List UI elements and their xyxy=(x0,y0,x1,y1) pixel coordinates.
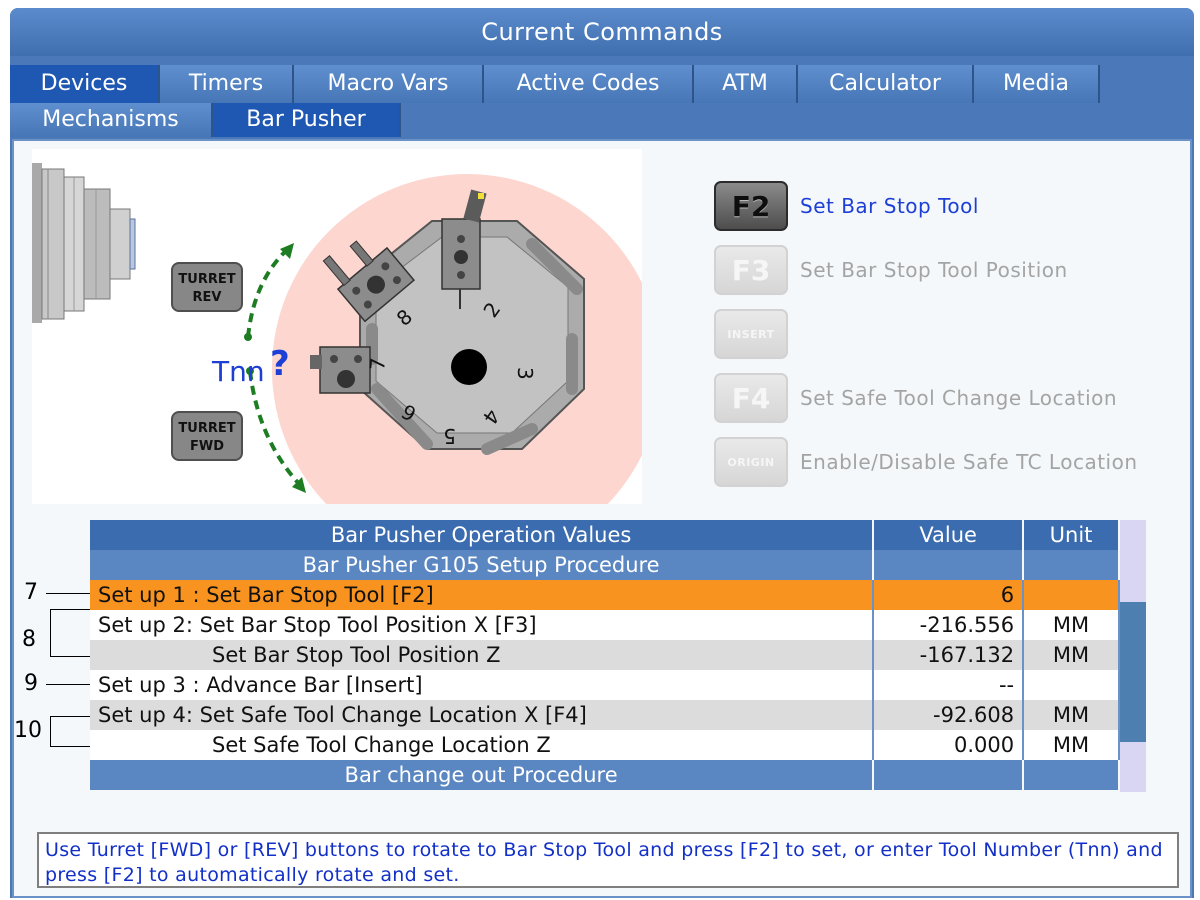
column-header-operation: Bar Pusher Operation Values xyxy=(90,520,875,550)
f2-key-button[interactable]: F2 xyxy=(714,181,788,231)
station-label-7: 7 xyxy=(365,357,390,372)
row-value[interactable]: 0.000 xyxy=(873,730,1025,760)
row-value[interactable]: 6 xyxy=(873,580,1025,610)
callout-7: 7 xyxy=(24,580,38,605)
section-title-bar-change: Bar change out Procedure xyxy=(90,760,875,790)
row-unit xyxy=(1023,580,1120,610)
station-label-3: 3 xyxy=(513,367,537,380)
table-row-setup4-z[interactable]: Set Safe Tool Change Location Z 0.000 MM xyxy=(90,730,1120,760)
table-row-setup1[interactable]: Set up 1 : Set Bar Stop Tool [F2] 6 xyxy=(90,580,1120,610)
tab-devices[interactable]: Devices xyxy=(10,65,160,103)
insert-key-button[interactable]: INSERT xyxy=(714,309,788,359)
tool-number-prompt: Tnn xyxy=(211,355,265,388)
callout-8: 8 xyxy=(22,627,36,652)
operation-values-table: Bar Pusher Operation Values Value Unit B… xyxy=(90,520,1120,790)
turret-diagram: 8 2 7 3 6 4 5 TURRET REV TURRET FWD Tnn … xyxy=(32,149,662,564)
row-label: Set up 1 : Set Bar Stop Tool [F2] xyxy=(90,580,875,610)
callout-9: 9 xyxy=(24,671,38,696)
origin-key-label: Enable/Disable Safe TC Location xyxy=(800,450,1138,474)
tab-calculator[interactable]: Calculator xyxy=(798,65,974,103)
current-commands-panel: Current Commands Devices Timers Macro Va… xyxy=(10,8,1194,898)
station-label-5: 5 xyxy=(443,424,456,448)
fkey-row-f2: F2 Set Bar Stop Tool xyxy=(714,181,979,231)
tab-macro-vars[interactable]: Macro Vars xyxy=(294,65,484,103)
table-scrollbar[interactable] xyxy=(1120,520,1146,792)
table-header-row: Bar Pusher Operation Values Value Unit xyxy=(90,520,1120,550)
origin-key-button[interactable]: ORIGIN xyxy=(714,437,788,487)
section-row-setup: Bar Pusher G105 Setup Procedure xyxy=(90,550,1120,580)
spindle-chuck-illustration xyxy=(32,163,136,323)
row-value[interactable]: -- xyxy=(873,670,1025,700)
tab-media[interactable]: Media xyxy=(974,65,1100,103)
tab-mechanisms[interactable]: Mechanisms xyxy=(10,103,213,137)
f4-key-button[interactable]: F4 xyxy=(714,373,788,423)
f3-key-button[interactable]: F3 xyxy=(714,245,788,295)
row-value[interactable]: -167.132 xyxy=(873,640,1025,670)
row-label: Set up 2: Set Bar Stop Tool Position X [… xyxy=(90,610,875,640)
fkey-row-origin: ORIGIN Enable/Disable Safe TC Location xyxy=(714,437,1138,487)
row-label: Set up 3 : Advance Bar [Insert] xyxy=(90,670,875,700)
fkey-row-f4: F4 Set Safe Tool Change Location xyxy=(714,373,1117,423)
tab-bar-pusher[interactable]: Bar Pusher xyxy=(213,103,401,137)
turret-center-hub xyxy=(451,349,487,385)
table-row-setup4-x[interactable]: Set up 4: Set Safe Tool Change Location … xyxy=(90,700,1120,730)
tab-bar-secondary: Mechanisms Bar Pusher xyxy=(10,103,401,137)
turret-rev-line1: TURRET xyxy=(178,272,235,287)
turret-fwd-button[interactable]: TURRET FWD xyxy=(171,411,243,461)
scrollbar-thumb[interactable] xyxy=(1120,602,1146,742)
tab-timers[interactable]: Timers xyxy=(160,65,294,103)
row-value[interactable]: -216.556 xyxy=(873,610,1025,640)
row-unit: MM xyxy=(1023,730,1120,760)
tab-bar-primary: Devices Timers Macro Vars Active Codes A… xyxy=(10,65,1100,103)
f4-key-label: Set Safe Tool Change Location xyxy=(800,386,1118,410)
tool-number-question: ? xyxy=(270,344,290,384)
help-message: Use Turret [FWD] or [REV] buttons to rot… xyxy=(37,832,1179,888)
tab-active-codes[interactable]: Active Codes xyxy=(484,65,694,103)
turret-rev-line2: REV xyxy=(193,290,222,305)
table-row-setup3[interactable]: Set up 3 : Advance Bar [Insert] -- xyxy=(90,670,1120,700)
row-unit: MM xyxy=(1023,610,1120,640)
table-row-setup2-z[interactable]: Set Bar Stop Tool Position Z -167.132 MM xyxy=(90,640,1120,670)
callout-10: 10 xyxy=(14,718,42,743)
turret-fwd-line1: TURRET xyxy=(178,421,235,436)
column-header-unit: Unit xyxy=(1023,520,1120,550)
row-value[interactable]: -92.608 xyxy=(873,700,1025,730)
row-unit: MM xyxy=(1023,640,1120,670)
f2-key-label: Set Bar Stop Tool xyxy=(800,194,979,218)
section-title-setup: Bar Pusher G105 Setup Procedure xyxy=(90,550,875,580)
tab-atm[interactable]: ATM xyxy=(694,65,798,103)
column-header-value: Value xyxy=(873,520,1025,550)
window-title: Current Commands xyxy=(10,8,1194,56)
row-label: Set Safe Tool Change Location Z xyxy=(90,730,875,760)
f3-key-label: Set Bar Stop Tool Position xyxy=(800,258,1068,282)
row-label: Set Bar Stop Tool Position Z xyxy=(90,640,875,670)
row-label: Set up 4: Set Safe Tool Change Location … xyxy=(90,700,875,730)
turret-rev-button[interactable]: TURRET REV xyxy=(171,262,243,312)
table-row-setup2-x[interactable]: Set up 2: Set Bar Stop Tool Position X [… xyxy=(90,610,1120,640)
row-unit: MM xyxy=(1023,700,1120,730)
turret-fwd-line2: FWD xyxy=(190,439,224,454)
fkey-row-f3: F3 Set Bar Stop Tool Position xyxy=(714,245,1068,295)
bar-pusher-content: 8 2 7 3 6 4 5 TURRET REV TURRET FWD Tnn … xyxy=(12,139,1192,898)
section-row-bar-change: Bar change out Procedure xyxy=(90,760,1120,790)
fkey-row-insert: INSERT xyxy=(714,309,788,359)
row-unit xyxy=(1023,670,1120,700)
